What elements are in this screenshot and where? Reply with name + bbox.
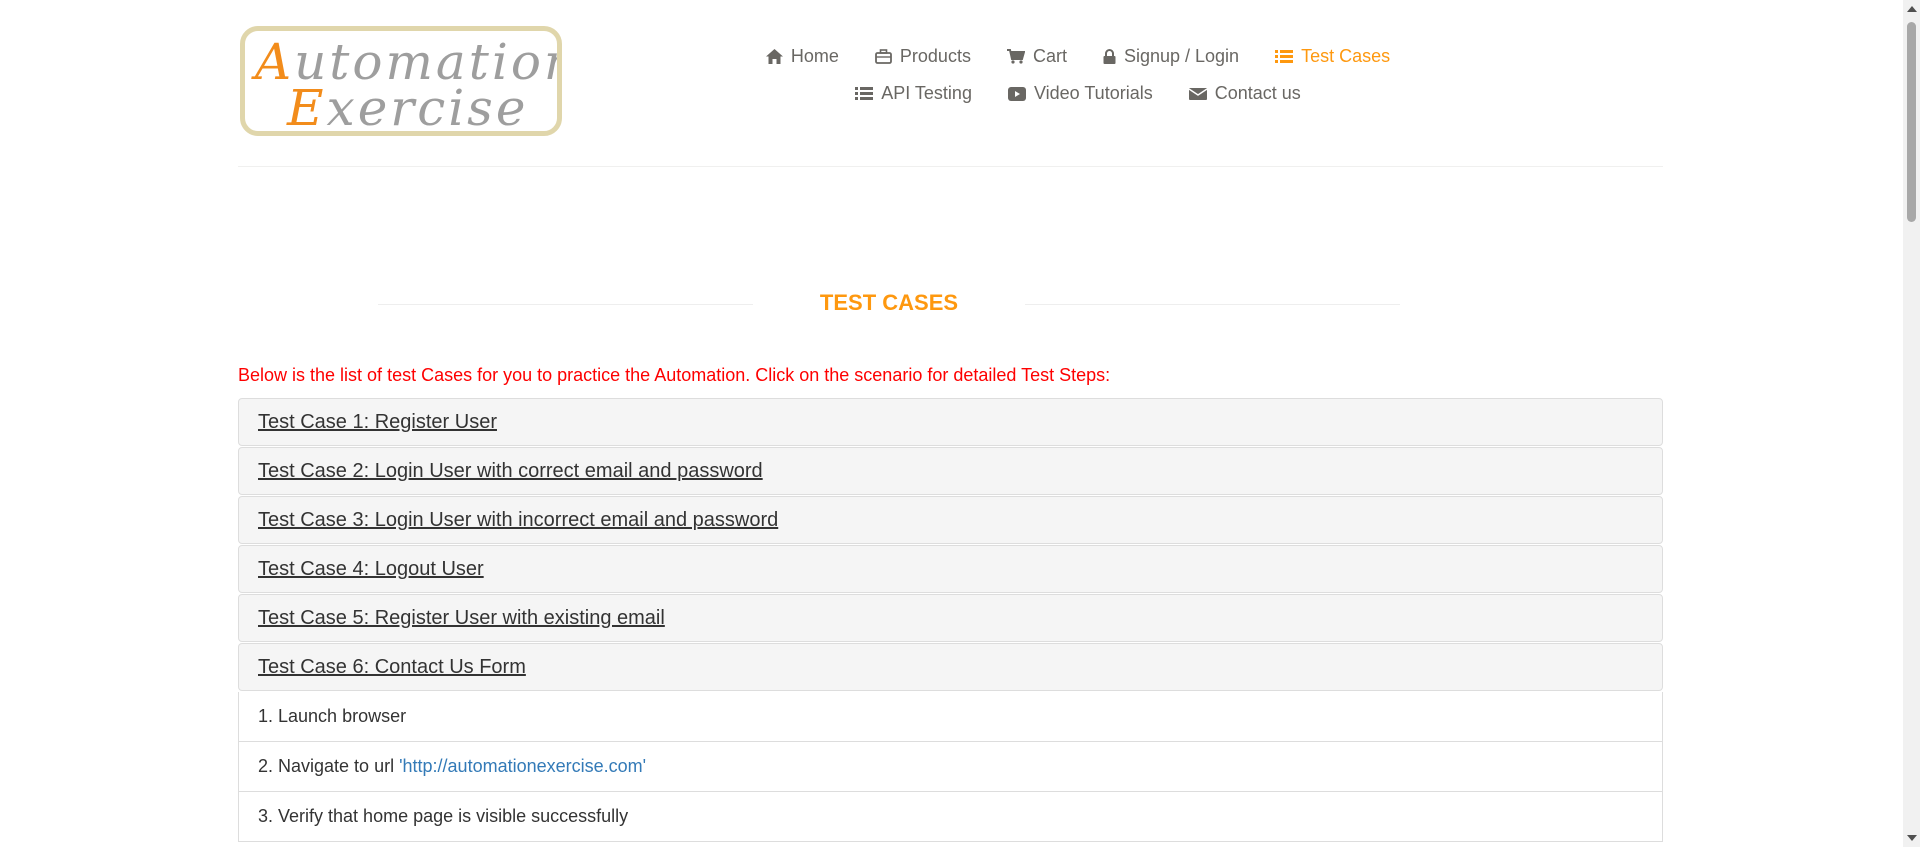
briefcase-icon	[875, 49, 892, 64]
test-case-5-link[interactable]: Test Case 5: Register User with existing…	[258, 607, 665, 630]
test-case-3-link[interactable]: Test Case 3: Login User with incorrect e…	[258, 509, 778, 532]
test-case-1-link[interactable]: Test Case 1: Register User	[258, 411, 497, 434]
test-case-2-link[interactable]: Test Case 2: Login User with correct ema…	[258, 460, 763, 483]
nav-products[interactable]: Products	[875, 38, 971, 75]
step-item: 3. Verify that home page is visible succ…	[239, 792, 1662, 842]
site-logo[interactable]: Automation Exercise	[240, 26, 562, 136]
test-case-panel: Test Case 3: Login User with incorrect e…	[238, 496, 1663, 544]
page-scrollbar[interactable]	[1903, 0, 1920, 847]
nav-contact-us[interactable]: Contact us	[1188, 75, 1301, 112]
list-icon	[855, 87, 874, 100]
step-item: 1. Launch browser	[239, 692, 1662, 742]
main-nav: Home Products Cart Signup / Login Test C…	[728, 38, 1428, 112]
nav-cart[interactable]: Cart	[1006, 38, 1067, 75]
test-case-4-link[interactable]: Test Case 4: Logout User	[258, 558, 484, 581]
site-header: Automation Exercise Home Products Cart S…	[238, 0, 1663, 167]
intro-text: Below is the list of test Cases for you …	[238, 365, 1111, 385]
test-case-6-steps: 1. Launch browser 2. Navigate to url 'ht…	[238, 692, 1663, 842]
home-icon	[765, 49, 783, 64]
test-case-panel: Test Case 4: Logout User	[238, 545, 1663, 593]
nav-test-cases[interactable]: Test Cases	[1275, 38, 1390, 75]
shopping-cart-icon	[1006, 49, 1025, 64]
nav-home[interactable]: Home	[765, 38, 839, 75]
nav-api-testing[interactable]: API Testing	[855, 75, 972, 112]
youtube-play-icon	[1007, 86, 1026, 101]
site-url-link[interactable]: 'http://automationexercise.com'	[399, 756, 646, 777]
scroll-up-arrow-icon[interactable]	[1907, 6, 1917, 12]
envelope-icon	[1188, 87, 1207, 100]
test-case-list: Test Case 1: Register User Test Case 2: …	[238, 398, 1663, 842]
lock-icon	[1103, 49, 1116, 64]
test-case-6-link[interactable]: Test Case 6: Contact Us Form	[258, 656, 526, 679]
test-case-panel: Test Case 2: Login User with correct ema…	[238, 447, 1663, 495]
page-title: TEST CASES	[819, 290, 959, 315]
step-item: 2. Navigate to url 'http://automationexe…	[239, 742, 1662, 792]
nav-signup-login[interactable]: Signup / Login	[1103, 38, 1239, 75]
nav-video-tutorials[interactable]: Video Tutorials	[1007, 75, 1153, 112]
logo-line-2: Exercise	[287, 79, 529, 136]
page-title-wrap: TEST CASES	[378, 284, 1400, 324]
scroll-down-arrow-icon[interactable]	[1907, 835, 1917, 841]
scrollbar-thumb[interactable]	[1907, 22, 1916, 222]
test-case-panel: Test Case 5: Register User with existing…	[238, 594, 1663, 642]
test-case-panel: Test Case 1: Register User	[238, 398, 1663, 446]
list-icon	[1275, 50, 1294, 63]
test-case-panel: Test Case 6: Contact Us Form	[238, 643, 1663, 691]
